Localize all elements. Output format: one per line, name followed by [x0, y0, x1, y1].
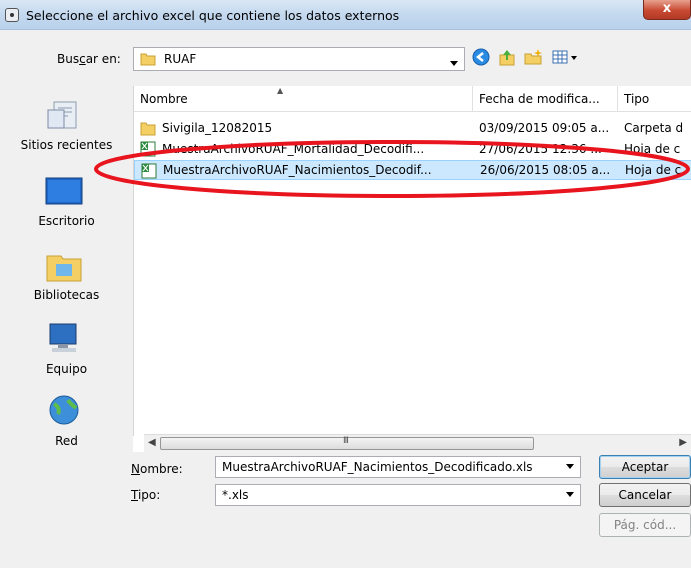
computer-icon: [44, 320, 84, 360]
codepage-button: Pág. cód...: [599, 513, 691, 537]
file-name: MuestraArchivoRUAF_Nacimientos_Decodif..…: [163, 163, 432, 177]
excel-file-icon: [140, 141, 156, 157]
file-row[interactable]: Sivigila_12082015 03/09/2015 09:05 a... …: [134, 118, 691, 138]
place-libraries-label: Bibliotecas: [33, 288, 100, 302]
title-bar: Seleccione el archivo excel que contiene…: [0, 0, 691, 30]
window-menu-icon[interactable]: [5, 8, 19, 22]
file-date: 03/09/2015 09:05 a...: [479, 121, 610, 135]
filetype-select[interactable]: *.xls: [215, 484, 581, 506]
column-separator[interactable]: [617, 86, 618, 112]
file-row[interactable]: MuestraArchivoRUAF_Mortalidad_Decodifi..…: [134, 139, 691, 159]
places-bar: Sitios recientes Escritorio Bibliotecas …: [0, 86, 133, 456]
back-icon[interactable]: [472, 48, 492, 68]
excel-file-icon: [141, 163, 157, 179]
sort-ascending-icon: ▲: [277, 86, 284, 95]
network-icon: [44, 392, 84, 432]
column-separator[interactable]: [472, 86, 473, 112]
lookin-value: RUAF: [164, 52, 197, 66]
recent-places-icon: [44, 96, 84, 136]
bottom-panel: Nombre: MuestraArchivoRUAF_Nacimientos_D…: [0, 452, 691, 568]
toolbar: Buscar en: RUAF: [0, 30, 691, 86]
file-name: Sivigila_12082015: [162, 121, 273, 135]
scroll-grip: III: [343, 436, 349, 446]
file-name: MuestraArchivoRUAF_Mortalidad_Decodifi..…: [162, 142, 425, 156]
place-recent-label: Sitios recientes: [20, 138, 113, 152]
chevron-down-icon[interactable]: [450, 56, 458, 70]
window-title: Seleccione el archivo excel que contiene…: [26, 8, 400, 23]
views-icon[interactable]: [552, 48, 577, 68]
filetype-label: Tipo:: [131, 488, 161, 502]
column-date[interactable]: Fecha de modifica...: [479, 92, 600, 106]
file-type: Hoja de c: [625, 163, 682, 177]
desktop-icon: [44, 172, 84, 212]
filename-input[interactable]: MuestraArchivoRUAF_Nacimientos_Decodific…: [215, 456, 581, 478]
chevron-down-icon[interactable]: [566, 491, 574, 500]
folder-icon: [140, 52, 156, 69]
filename-value: MuestraArchivoRUAF_Nacimientos_Decodific…: [222, 460, 533, 474]
filetype-value: *.xls: [222, 488, 249, 502]
chevron-down-icon[interactable]: [566, 463, 574, 472]
file-type: Carpeta d: [624, 121, 684, 135]
close-button[interactable]: x: [643, 0, 691, 20]
scroll-left-icon[interactable]: ◀: [148, 437, 156, 448]
column-name[interactable]: Nombre: [140, 92, 188, 106]
new-folder-icon[interactable]: [524, 48, 544, 68]
horizontal-scrollbar[interactable]: ◀ III ▶: [144, 434, 691, 452]
place-desktop-label: Escritorio: [38, 214, 95, 228]
up-folder-icon[interactable]: [498, 48, 518, 68]
filename-label: Nombre:: [131, 462, 183, 476]
column-header: ▲ Nombre Fecha de modifica... Tipo: [134, 86, 691, 112]
lookin-combo[interactable]: RUAF: [133, 47, 465, 71]
scroll-thumb[interactable]: III: [160, 436, 534, 450]
file-date: 26/06/2015 08:05 a...: [480, 163, 611, 177]
file-row-selected[interactable]: MuestraArchivoRUAF_Nacimientos_Decodif..…: [134, 160, 691, 180]
place-network-label: Red: [55, 434, 78, 448]
accept-button[interactable]: Aceptar: [599, 455, 691, 479]
folder-icon: [140, 120, 156, 136]
libraries-icon: [44, 246, 84, 286]
place-computer-label: Equipo: [45, 362, 88, 376]
file-type: Hoja de c: [624, 142, 681, 156]
scroll-right-icon[interactable]: ▶: [679, 437, 687, 448]
lookin-label: Buscar en:: [57, 52, 121, 66]
cancel-button[interactable]: Cancelar: [599, 483, 691, 507]
file-date: 27/06/2015 12:36 ...: [479, 142, 602, 156]
column-type[interactable]: Tipo: [624, 92, 649, 106]
file-list: ▲ Nombre Fecha de modifica... Tipo Sivig…: [133, 86, 691, 436]
